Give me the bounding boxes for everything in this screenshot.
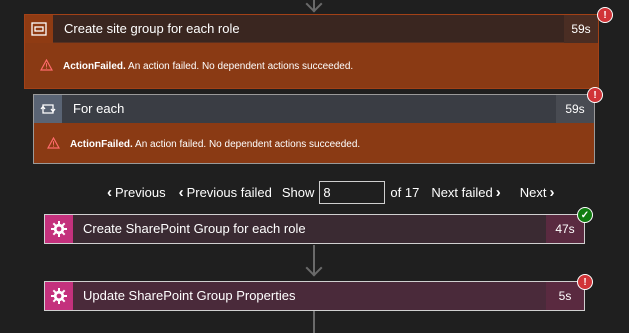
foreach-error-code: ActionFailed. [70,138,133,150]
action-title: Create SharePoint Group for each role [83,221,306,236]
next-failed-button[interactable]: Next failed › [431,184,503,201]
previous-failed-button[interactable]: ‹ Previous failed [176,184,272,201]
previous-failed-label: Previous failed [186,184,272,200]
scope-status-error-icon: ! [597,7,613,23]
scope-header[interactable]: Create site group for each role 59s [25,14,598,43]
loop-icon [34,95,62,123]
sharepoint-gear-icon [45,215,73,243]
action-status-error-icon: ! [577,274,593,290]
success-check-icon: ✓ [577,207,593,223]
chevron-right-icon: › [549,183,555,201]
foreach-error-text: An action failed. No dependent actions s… [132,138,361,150]
scope-title: Create site group for each role [64,20,240,36]
action-card-update-group[interactable]: Update SharePoint Group Properties 5s [44,281,585,311]
foreach-title: For each [73,101,125,116]
scope-card[interactable]: Create site group for each role 59s Acti… [24,14,599,89]
iteration-number-input[interactable] [319,180,386,204]
next-failed-label: Next failed [431,184,493,200]
scope-icon [25,14,53,43]
warning-triangle-icon [46,136,61,152]
scope-error-code: ActionFailed. [63,61,126,72]
top-connector-arrow [305,0,323,13]
show-label: Show [281,184,315,200]
scope-duration: 59s [564,14,598,43]
next-button[interactable]: Next › [520,184,558,201]
sharepoint-gear-icon [45,282,73,310]
bottom-connector [313,311,315,333]
previous-label: Previous [115,184,166,200]
chevron-left-icon: ‹ [107,183,112,201]
previous-button[interactable]: ‹ Previous [104,184,166,201]
chevron-left-icon: ‹ [178,183,184,201]
next-label: Next [519,184,547,200]
chevron-right-icon: › [495,183,501,201]
action-card-create-group[interactable]: Create SharePoint Group for each role 47… [44,214,585,244]
action-title: Update SharePoint Group Properties [83,288,296,303]
of-total-label: of 17 [390,184,420,200]
inner-connector-arrow [305,259,323,277]
foreach-error-message: ActionFailed. An action failed. No depen… [34,123,594,165]
scope-error-text: An action failed. No dependent actions s… [125,61,354,72]
scope-error-message: ActionFailed. An action failed. No depen… [25,43,598,90]
foreach-card[interactable]: For each 59s ActionFailed. An action fai… [33,94,595,164]
foreach-header[interactable]: For each 59s [34,95,594,123]
foreach-status-error-icon: ! [587,87,603,103]
iteration-pager: ‹ Previous ‹ Previous failed Show of 17 … [104,179,557,205]
warning-triangle-icon [39,58,54,74]
